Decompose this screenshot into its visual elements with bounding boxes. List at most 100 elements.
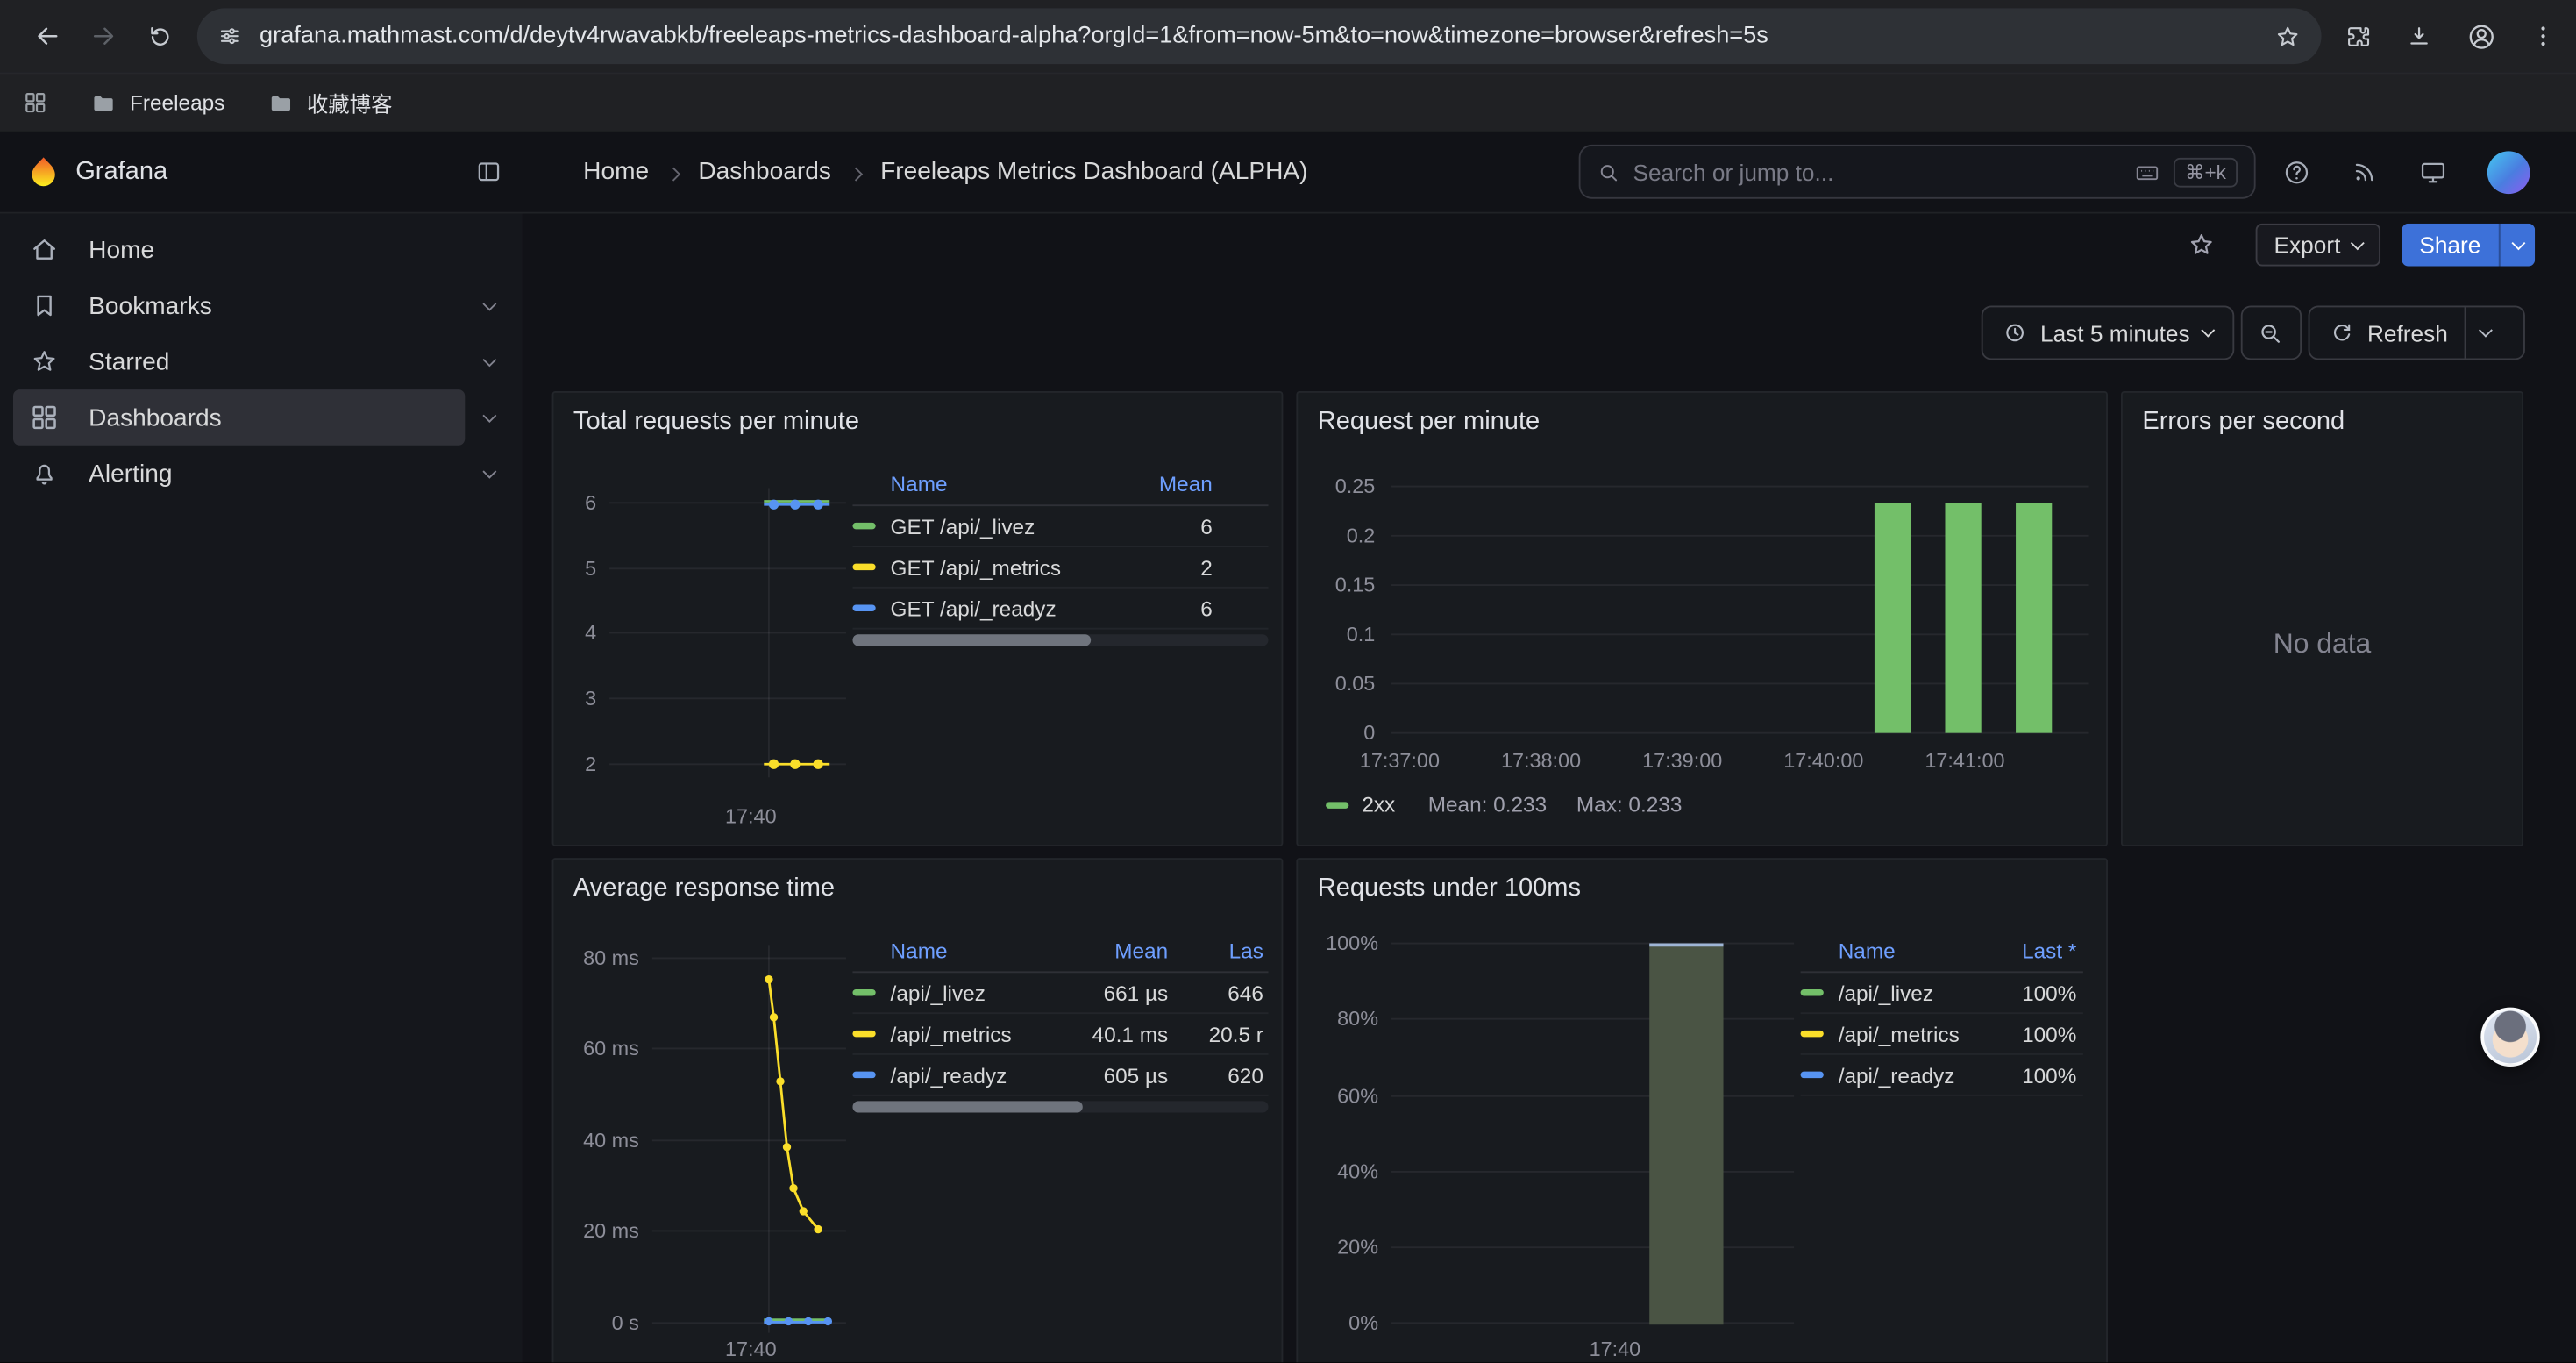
sidebar-row-dashboards: Dashboards: [13, 389, 514, 446]
help-icon[interactable]: [2282, 157, 2312, 187]
legend-col-name[interactable]: Name: [1839, 938, 1998, 963]
legend-col-mean[interactable]: Mean: [1070, 938, 1168, 963]
y-tick: 0.15: [1309, 574, 1375, 596]
y-tick: 4: [553, 621, 596, 644]
breadcrumb-dashboards[interactable]: Dashboards: [698, 158, 831, 186]
bar-chart[interactable]: [1298, 393, 2108, 846]
menu-kebab-icon[interactable]: [2530, 23, 2557, 49]
series-name[interactable]: GET /api/_livez: [891, 514, 1131, 539]
series-mean: 40.1 ms: [1070, 1022, 1168, 1046]
back-button[interactable]: [19, 8, 75, 64]
chevron-down-icon[interactable]: [465, 415, 514, 420]
folder-icon: [267, 89, 294, 116]
y-tick: 0 s: [564, 1311, 639, 1334]
scrollbar-thumb[interactable]: [852, 1101, 1082, 1112]
chevron-right-icon: [850, 158, 860, 186]
user-avatar[interactable]: [2487, 150, 2530, 193]
bookmarks-bar: Freeleaps 收藏博客: [0, 72, 2576, 131]
address-bar[interactable]: grafana.mathmast.com/d/deytv4rwavabkb/fr…: [197, 8, 2322, 64]
export-button[interactable]: Export: [2256, 224, 2380, 267]
scrollbar-thumb[interactable]: [852, 634, 1091, 646]
legend-row: GET /api/_readyz 6: [852, 589, 1268, 630]
dock-panel-icon: [475, 158, 503, 186]
sidebar-item-bookmarks[interactable]: Bookmarks: [13, 278, 465, 334]
dashboard-subheader: Export Share: [523, 214, 2576, 276]
refresh-button[interactable]: Refresh: [2309, 306, 2525, 360]
search-box[interactable]: ⌘+k: [1579, 145, 2256, 199]
legend-col-name[interactable]: Name: [891, 938, 1070, 963]
refresh-icon: [2330, 320, 2354, 345]
series-name[interactable]: /api/_metrics: [891, 1022, 1070, 1046]
search-shortcut-badge: ⌘+k: [2174, 157, 2238, 187]
series-color-chip: [1801, 1031, 1824, 1037]
share-button[interactable]: Share: [2402, 224, 2535, 267]
rss-news-icon[interactable]: [2351, 158, 2379, 186]
share-menu-caret[interactable]: [2499, 224, 2535, 267]
grafana-logo[interactable]: [26, 154, 60, 189]
series-last: 100%: [1997, 1022, 2076, 1046]
series-last: 20.5 r: [1168, 1022, 1263, 1046]
series-name[interactable]: /api/_metrics: [1839, 1022, 1998, 1046]
reload-icon: [146, 22, 174, 50]
share-label[interactable]: Share: [2402, 224, 2499, 267]
chevron-down-icon[interactable]: [465, 303, 514, 309]
export-label: Export: [2274, 232, 2341, 258]
breadcrumb-current[interactable]: Freeleaps Metrics Dashboard (ALPHA): [880, 158, 1307, 186]
chevron-down-icon[interactable]: [465, 471, 514, 476]
zoom-out-button[interactable]: [2241, 306, 2302, 360]
chevron-down-icon[interactable]: [465, 359, 514, 364]
clock-icon: [2003, 320, 2027, 345]
legend-col-last[interactable]: Last *: [1997, 938, 2076, 963]
legend-col-name[interactable]: Name: [891, 472, 1131, 496]
sidebar-item-dashboards[interactable]: Dashboards: [13, 389, 465, 446]
profile-icon[interactable]: [2466, 20, 2497, 52]
series-name[interactable]: /api/_livez: [891, 981, 1070, 1005]
legend-row: /api/_readyz 100%: [1801, 1055, 2083, 1096]
y-tick: 0.05: [1309, 672, 1375, 695]
legend-col-mean[interactable]: Mean: [1130, 472, 1213, 496]
sidebar-item-starred[interactable]: Starred: [13, 333, 465, 389]
bookmark-star-icon[interactable]: [2274, 22, 2302, 50]
series-name[interactable]: GET /api/_metrics: [891, 554, 1131, 579]
series-name[interactable]: /api/_livez: [1839, 981, 1998, 1005]
y-tick: 60%: [1306, 1085, 1378, 1108]
breadcrumb-home[interactable]: Home: [583, 158, 649, 186]
floating-assistant-avatar[interactable]: [2480, 1008, 2539, 1067]
sidebar-row-alerting: Alerting: [13, 446, 514, 502]
legend-table: Name Mean GET /api/_livez 6 GET /api/_me…: [852, 463, 1268, 629]
y-tick: 80 ms: [564, 946, 639, 969]
series-color-chip: [852, 564, 875, 570]
x-tick: 17:40: [1566, 1338, 1664, 1360]
legend-scrollbar[interactable]: [852, 1101, 1268, 1112]
legend-scrollbar[interactable]: [852, 634, 1268, 646]
extensions-icon[interactable]: [2345, 22, 2373, 50]
x-tick: 17:41:00: [1912, 749, 2017, 772]
time-range-picker[interactable]: Last 5 minutes: [1982, 306, 2235, 360]
breadcrumb: Home Dashboards Freeleaps Metrics Dashbo…: [583, 158, 1307, 186]
site-settings-tune-icon[interactable]: [217, 23, 243, 49]
sidebar-item-alerting[interactable]: Alerting: [13, 446, 465, 502]
apps-grid-icon[interactable]: [23, 90, 47, 115]
bookmark-item-blog[interactable]: 收藏博客: [267, 87, 392, 118]
sidebar-item-label: Home: [89, 236, 154, 264]
bookmark-item-freeleaps[interactable]: Freeleaps: [90, 89, 224, 116]
reload-button[interactable]: [132, 8, 188, 64]
downloads-icon[interactable]: [2405, 22, 2433, 50]
bell-icon: [30, 459, 60, 489]
refresh-interval-caret[interactable]: [2465, 307, 2504, 358]
search-input[interactable]: [1633, 159, 2120, 185]
series-name[interactable]: 2xx: [1362, 792, 1395, 817]
legend-table: Name Mean Las /api/_livez 661 µs 646 /ap…: [852, 931, 1268, 1096]
home-icon: [30, 235, 60, 265]
legend-col-last[interactable]: Las: [1168, 938, 1263, 963]
series-name[interactable]: /api/_readyz: [1839, 1062, 1998, 1087]
favorite-star-button[interactable]: [2187, 230, 2217, 260]
series-name[interactable]: GET /api/_readyz: [891, 596, 1131, 620]
series-last: 646: [1168, 981, 1263, 1005]
monitor-icon[interactable]: [2418, 157, 2448, 187]
dock-sidebar-toggle[interactable]: [475, 158, 503, 186]
url-text[interactable]: grafana.mathmast.com/d/deytv4rwavabkb/fr…: [260, 23, 2257, 49]
series-name[interactable]: /api/_readyz: [891, 1062, 1070, 1087]
sidebar-item-home[interactable]: Home: [13, 222, 514, 278]
forward-button[interactable]: [75, 8, 132, 64]
